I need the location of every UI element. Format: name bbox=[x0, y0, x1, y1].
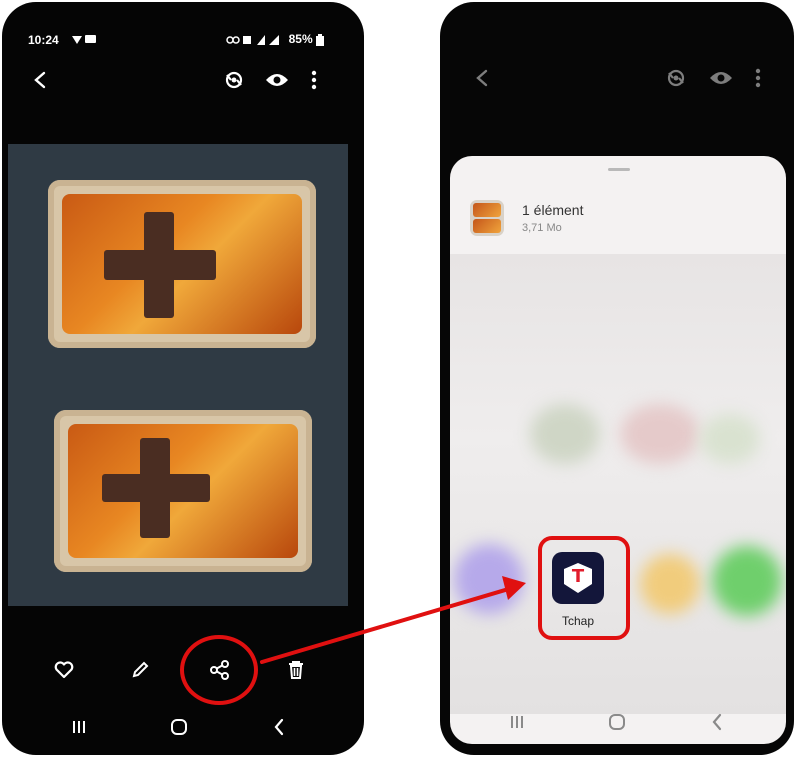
annotation-arrow bbox=[260, 576, 526, 664]
